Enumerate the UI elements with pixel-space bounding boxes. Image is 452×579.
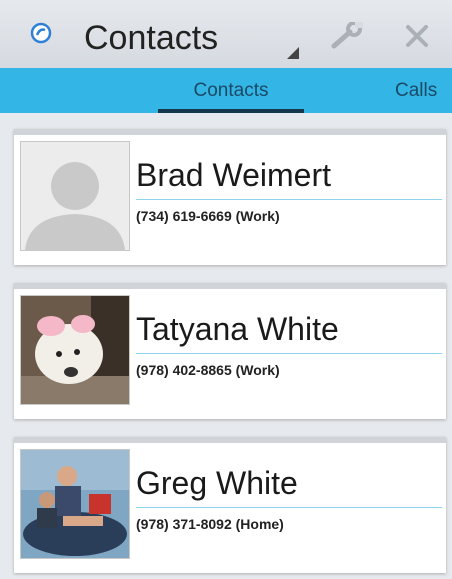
title-bar: Contacts [0, 0, 452, 68]
contact-phone[interactable]: (978) 402-8865 (Work) [136, 362, 280, 378]
resize-corner-icon[interactable] [285, 45, 299, 59]
contact-photo [20, 449, 130, 559]
contact-photo [20, 295, 130, 405]
name-divider [136, 507, 442, 508]
contact-card[interactable]: Greg White (978) 371-8092 (Home) [14, 437, 446, 573]
window-title: Contacts [84, 19, 219, 57]
contact-card[interactable]: Tatyana White (978) 402-8865 (Work) [14, 283, 446, 419]
contact-phone[interactable]: (734) 619-6669 (Work) [136, 208, 280, 224]
contact-phone[interactable]: (978) 371-8092 (Home) [136, 516, 284, 532]
contact-name: Tatyana White [136, 311, 339, 347]
contact-list[interactable]: Brad Weimert (734) 619-6669 (Work) Tatya… [0, 113, 452, 579]
name-divider [136, 353, 442, 354]
contact-name: Brad Weimert [136, 157, 332, 193]
contact-name: Greg White [136, 465, 298, 501]
app-badge-icon[interactable] [30, 22, 52, 44]
tab-calls[interactable]: Calls [395, 68, 437, 113]
dog-photo-icon [21, 296, 129, 404]
avatar-placeholder-icon [21, 142, 129, 250]
tab-contacts[interactable]: Contacts [158, 68, 304, 113]
family-photo-icon [21, 450, 129, 558]
tab-bar: Contacts Calls [0, 68, 452, 113]
close-icon[interactable] [404, 23, 430, 49]
contact-photo-placeholder [20, 141, 130, 251]
name-divider [136, 199, 442, 200]
wrench-icon[interactable] [330, 22, 364, 50]
contact-card[interactable]: Brad Weimert (734) 619-6669 (Work) [14, 129, 446, 265]
